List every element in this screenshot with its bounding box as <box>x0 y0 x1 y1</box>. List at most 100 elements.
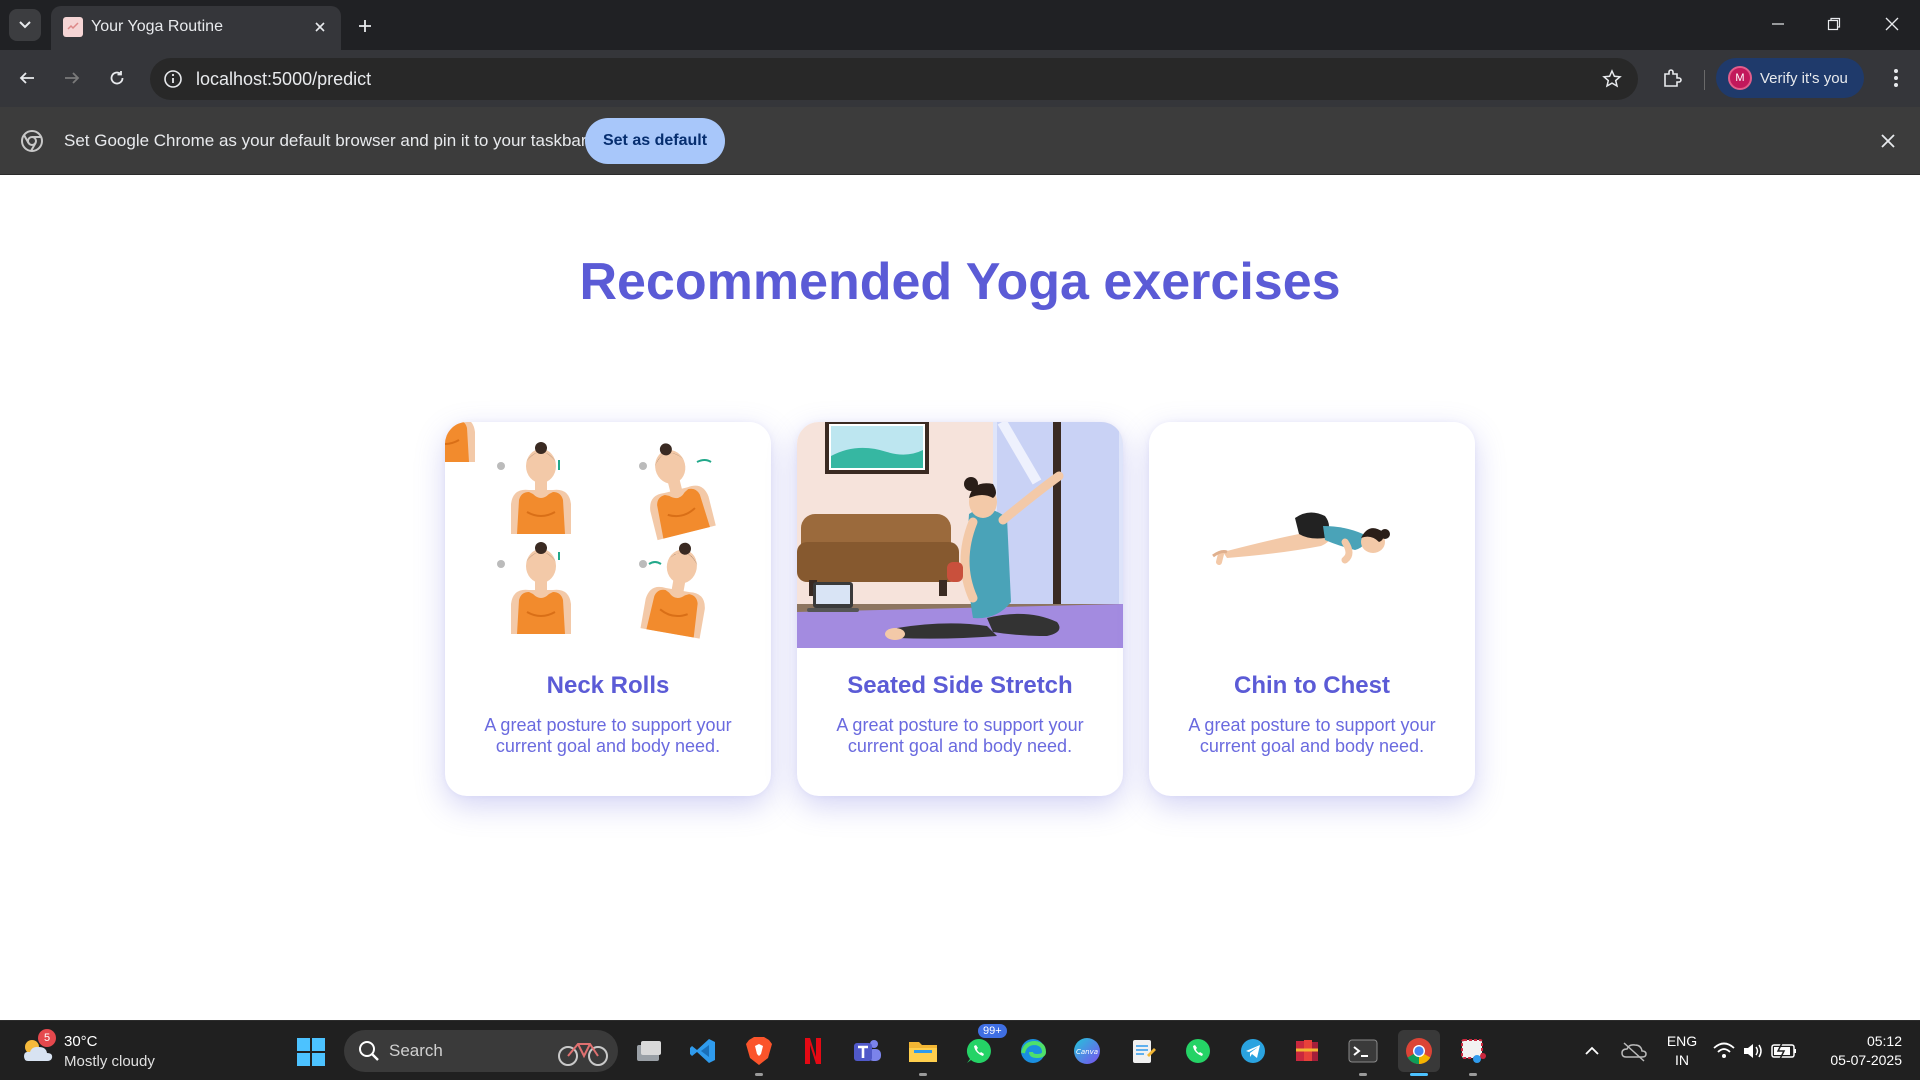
canva-label: Canva <box>1076 1048 1098 1056</box>
terminal-icon <box>1348 1039 1378 1063</box>
clock-date: 05-07-2025 <box>1830 1052 1902 1068</box>
chevron-up-icon <box>1585 1046 1599 1055</box>
whatsapp-icon <box>966 1038 991 1063</box>
taskbar-snipping-tool[interactable] <box>1452 1030 1494 1076</box>
card-title: Chin to Chest <box>1234 672 1390 699</box>
bookmark-star-icon[interactable] <box>1600 67 1624 91</box>
search-icon <box>359 1041 379 1061</box>
chrome-logo-icon <box>21 130 43 152</box>
taskbar-file-explorer[interactable] <box>902 1030 944 1076</box>
clock-time: 05:12 <box>1866 1033 1902 1049</box>
taskbar-search[interactable]: Search <box>344 1030 618 1072</box>
card-description: A great posture to support your current … <box>484 715 732 756</box>
system-tray-icons[interactable] <box>1712 1039 1802 1063</box>
minimize-button[interactable] <box>1758 8 1798 40</box>
language-code: ENG <box>1666 1033 1698 1049</box>
infobar-message: Set Google Chrome as your default browse… <box>64 131 587 150</box>
bicycle-icon <box>558 1043 608 1066</box>
taskbar-task-view[interactable] <box>628 1030 670 1072</box>
wifi-icon <box>1713 1042 1735 1058</box>
tab-title: Your Yoga Routine <box>91 18 223 35</box>
arrow-left-icon <box>19 72 34 84</box>
weather-badge: 5 <box>38 1029 56 1047</box>
minimize-icon <box>1772 23 1784 25</box>
running-indicator <box>1410 1073 1428 1076</box>
running-indicator <box>755 1073 763 1076</box>
browser-tab[interactable]: Your Yoga Routine <box>51 6 341 50</box>
onedrive-offline-icon[interactable] <box>1620 1039 1648 1063</box>
back-button[interactable] <box>11 62 43 94</box>
exercise-card[interactable]: Chin to Chest A great posture to support… <box>1149 422 1475 796</box>
taskbar-teams[interactable] <box>846 1030 888 1072</box>
card-description: A great posture to support your current … <box>1188 715 1436 756</box>
taskbar-terminal[interactable] <box>1342 1030 1384 1076</box>
taskbar-netflix[interactable] <box>792 1030 834 1072</box>
running-indicator <box>1359 1073 1367 1076</box>
taskbar-notepad[interactable] <box>1122 1030 1164 1072</box>
close-icon <box>1885 17 1899 31</box>
profile-button[interactable]: M Verify it's you <box>1716 58 1864 98</box>
forward-button[interactable] <box>56 62 88 94</box>
close-icon <box>315 22 325 32</box>
close-window-button[interactable] <box>1872 8 1912 40</box>
exercise-card[interactable]: Neck Rolls A great posture to support yo… <box>445 422 771 796</box>
windows-taskbar: 5 30°C Mostly cloudy Search 99+ Canva EN… <box>0 1020 1920 1080</box>
exercise-card[interactable]: Seated Side Stretch A great posture to s… <box>797 422 1123 796</box>
infobar-close-button[interactable] <box>1876 129 1900 153</box>
task-view-icon <box>637 1041 661 1061</box>
avatar: M <box>1728 66 1752 90</box>
taskbar-whatsapp[interactable] <box>1177 1030 1219 1072</box>
notification-badge: 99+ <box>978 1024 1007 1038</box>
reload-button[interactable] <box>101 62 133 94</box>
vscode-icon <box>690 1039 715 1063</box>
arrow-right-icon <box>65 72 80 84</box>
taskbar-canva[interactable]: Canva <box>1066 1030 1108 1072</box>
taskbar-chrome[interactable] <box>1398 1030 1440 1076</box>
taskbar-whatsapp-business[interactable]: 99+ <box>958 1024 1007 1072</box>
notepad-icon <box>1133 1040 1156 1063</box>
tab-search-button[interactable] <box>9 9 41 41</box>
browser-toolbar: localhost:5000/predict M Verify it's you <box>0 50 1920 107</box>
profile-label: Verify it's you <box>1760 69 1848 87</box>
taskbar-telegram[interactable] <box>1232 1030 1274 1072</box>
address-bar[interactable]: localhost:5000/predict <box>150 58 1638 100</box>
canva-icon: Canva <box>1074 1038 1100 1064</box>
taskbar-vscode[interactable] <box>682 1030 724 1072</box>
weather-widget[interactable]: 5 30°C Mostly cloudy <box>20 1029 170 1073</box>
volume-icon <box>1744 1044 1762 1058</box>
default-browser-infobar: Set Google Chrome as your default browse… <box>0 107 1920 175</box>
site-info-icon[interactable] <box>162 68 184 90</box>
language-indicator[interactable]: ENG IN <box>1664 1032 1700 1070</box>
windows-start-icon[interactable] <box>296 1037 326 1067</box>
system-clock[interactable]: 05:12 05-07-2025 <box>1812 1032 1902 1070</box>
snipping-tool-icon <box>1461 1039 1486 1063</box>
page-content: Recommended Yoga exercises Neck Rolls A … <box>0 176 1920 1020</box>
restore-button[interactable] <box>1814 8 1854 40</box>
taskbar-winrar[interactable] <box>1286 1030 1328 1072</box>
puzzle-icon <box>1664 69 1682 87</box>
page-title: Recommended Yoga exercises <box>579 253 1341 311</box>
netflix-icon <box>805 1038 821 1064</box>
taskbar-edge[interactable] <box>1012 1030 1054 1072</box>
extensions-button[interactable] <box>1656 62 1688 94</box>
folder-icon <box>909 1042 937 1062</box>
url-text: localhost:5000/predict <box>196 69 372 89</box>
toolbar-divider <box>1704 70 1705 90</box>
chrome-menu-button[interactable] <box>1880 62 1912 94</box>
chrome-icon <box>1406 1038 1432 1065</box>
taskbar-brave[interactable] <box>738 1030 780 1076</box>
language-region: IN <box>1675 1052 1689 1068</box>
running-indicator <box>1469 1073 1477 1076</box>
chevron-down-icon <box>19 21 31 29</box>
more-vertical-icon <box>1894 69 1898 87</box>
whatsapp-icon <box>1186 1039 1210 1063</box>
show-hidden-icons-button[interactable] <box>1580 1039 1604 1063</box>
new-tab-button[interactable] <box>350 11 380 41</box>
tab-close-button[interactable] <box>309 16 331 38</box>
seated-side-stretch-illustration <box>797 422 1123 648</box>
close-icon <box>1881 134 1895 148</box>
card-description: A great posture to support your current … <box>836 715 1084 756</box>
battery-icon <box>1771 1042 1796 1060</box>
weather-condition: Mostly cloudy <box>64 1053 155 1070</box>
set-as-default-button[interactable]: Set as default <box>585 118 725 164</box>
